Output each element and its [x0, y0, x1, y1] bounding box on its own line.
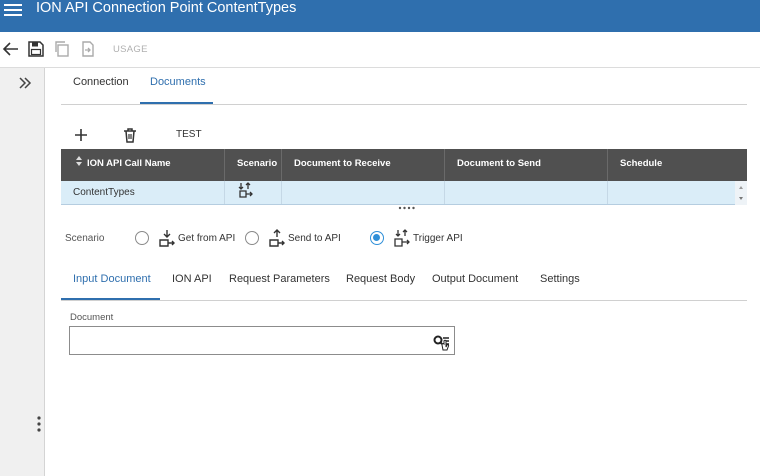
- active-tab-indicator: [140, 102, 213, 104]
- main-toolbar: USAGE: [0, 32, 760, 68]
- export-document-icon[interactable]: [77, 38, 99, 60]
- title-bar: ION API Connection Point ContentTypes: [0, 0, 760, 32]
- lookup-search-icon[interactable]: [432, 332, 452, 352]
- tab-request-parameters[interactable]: Request Parameters: [229, 273, 330, 285]
- active-tab-indicator: [61, 298, 160, 300]
- radio-get-from-api[interactable]: [135, 231, 149, 245]
- option-get-from-api[interactable]: Get from API: [178, 233, 235, 244]
- document-input[interactable]: [70, 327, 420, 354]
- cell-schedule[interactable]: [608, 181, 735, 204]
- column-header-schedule[interactable]: Schedule: [608, 149, 747, 181]
- usage-button[interactable]: USAGE: [113, 44, 148, 55]
- cell-document-to-receive[interactable]: [282, 181, 445, 204]
- grid-scrollbar[interactable]: [735, 181, 747, 205]
- expand-chevrons-icon[interactable]: [16, 74, 34, 92]
- scenario-selector: Scenario Get from API Send to API Trigge…: [61, 228, 747, 250]
- back-arrow-icon[interactable]: [0, 38, 22, 60]
- option-trigger-api[interactable]: Trigger API: [413, 233, 463, 244]
- detail-tabs: Input Document ION API Request Parameter…: [61, 263, 747, 301]
- radio-trigger-api[interactable]: [370, 231, 384, 245]
- option-send-to-api[interactable]: Send to API: [288, 233, 341, 244]
- grid-toolbar: TEST: [61, 122, 747, 148]
- grid-header: ION API Call Name Scenario Document to R…: [61, 149, 747, 181]
- cell-scenario[interactable]: [225, 181, 282, 204]
- column-header-scenario[interactable]: Scenario: [225, 149, 282, 181]
- column-header-document-to-receive[interactable]: Document to Receive: [282, 149, 445, 181]
- save-icon[interactable]: [25, 38, 47, 60]
- tab-ion-api[interactable]: ION API: [172, 273, 212, 285]
- grid-resize-handle[interactable]: [397, 204, 417, 212]
- document-label: Document: [70, 312, 114, 323]
- trigger-api-icon: [394, 229, 410, 247]
- page-title: ION API Connection Point ContentTypes: [36, 0, 297, 16]
- table-row[interactable]: ContentTypes: [61, 181, 747, 205]
- get-from-api-icon: [159, 230, 175, 247]
- top-tabs: Connection Documents: [61, 68, 747, 105]
- trigger-api-icon: [238, 182, 253, 198]
- add-icon[interactable]: [70, 124, 92, 146]
- sort-icon: [76, 156, 82, 166]
- more-vertical-icon[interactable]: [34, 414, 44, 434]
- copy-icon[interactable]: [51, 38, 73, 60]
- tab-documents[interactable]: Documents: [150, 76, 206, 88]
- test-button[interactable]: TEST: [176, 129, 202, 140]
- api-calls-grid: ION API Call Name Scenario Document to R…: [61, 149, 747, 205]
- tab-output-document[interactable]: Output Document: [432, 273, 518, 285]
- scenario-label: Scenario: [65, 233, 105, 244]
- radio-send-to-api[interactable]: [245, 231, 259, 245]
- left-rail: [0, 68, 45, 476]
- cell-call-name[interactable]: ContentTypes: [61, 181, 225, 204]
- tab-connection[interactable]: Connection: [73, 76, 129, 88]
- document-field[interactable]: [69, 326, 455, 355]
- column-header-document-to-send[interactable]: Document to Send: [445, 149, 608, 181]
- tab-request-body[interactable]: Request Body: [346, 273, 415, 285]
- send-to-api-icon: [269, 229, 285, 247]
- hamburger-menu-icon[interactable]: [4, 2, 22, 16]
- tab-input-document[interactable]: Input Document: [73, 273, 151, 285]
- cell-document-to-send[interactable]: [445, 181, 608, 204]
- column-header-call-name[interactable]: ION API Call Name: [61, 149, 225, 181]
- tab-settings[interactable]: Settings: [540, 273, 580, 285]
- delete-icon[interactable]: [119, 124, 141, 146]
